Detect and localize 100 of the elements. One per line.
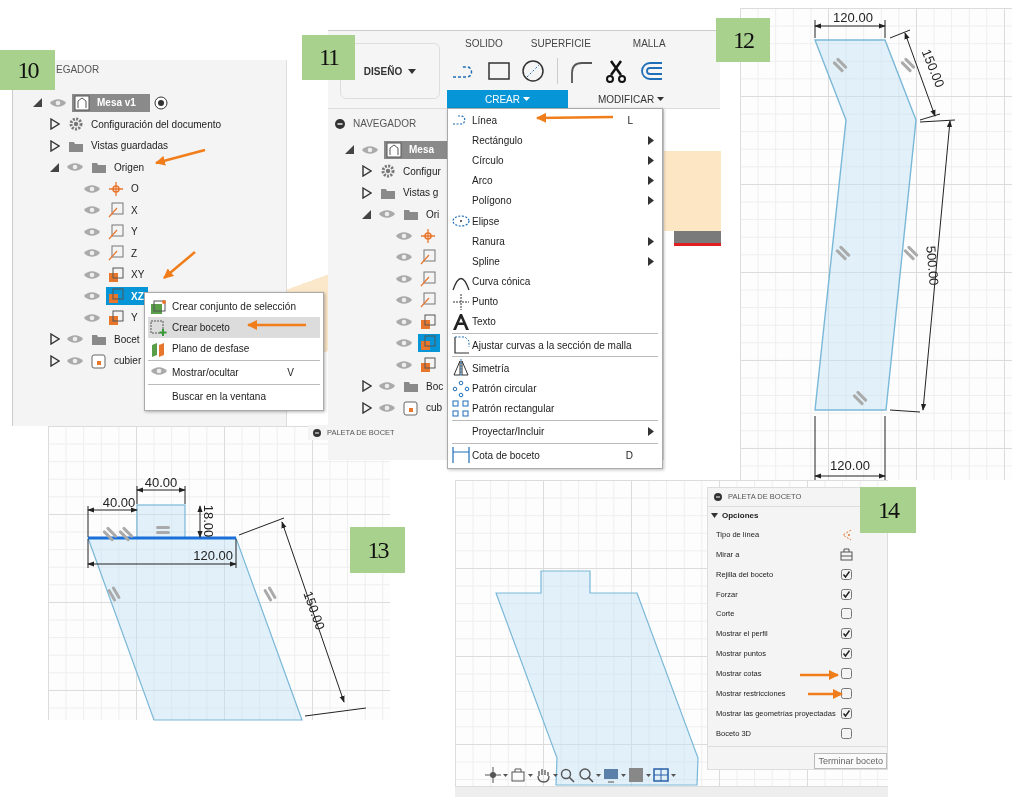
menu-item[interactable]: Patrón circular [452, 378, 658, 399]
sketch-profile[interactable] [136, 504, 186, 539]
viewports-icon[interactable] [653, 767, 669, 783]
collapsed-triangle-icon[interactable] [361, 401, 372, 414]
finish-sketch-button[interactable]: Terminar boceto [814, 753, 887, 770]
checkbox[interactable] [841, 608, 852, 620]
display-icon[interactable] [603, 767, 619, 783]
expanded-triangle-icon[interactable] [361, 208, 372, 220]
menu-item[interactable]: Patrón rectangular [452, 398, 658, 419]
collapsed-triangle-icon[interactable] [361, 186, 372, 199]
menu-item[interactable]: Simetría [452, 358, 658, 379]
mirror-icon [452, 359, 470, 378]
expanded-triangle-icon[interactable] [49, 161, 60, 173]
tree-item[interactable]: Boc [401, 377, 448, 396]
checkbox[interactable] [841, 727, 852, 739]
menu-item[interactable]: Plano de desfase [148, 338, 320, 359]
circle-tool-icon[interactable] [519, 59, 547, 83]
checkbox[interactable] [841, 628, 852, 640]
menu-item[interactable]: Proyectar/Incluir [452, 421, 658, 442]
toolbar-tab[interactable]: SOLIDO [465, 38, 503, 52]
rectangle-tool-icon[interactable] [485, 59, 513, 83]
checkbox[interactable] [841, 568, 852, 580]
tree-item[interactable]: O [106, 179, 143, 198]
menu-item[interactable]: Punto [452, 291, 658, 312]
constraint-icon [118, 526, 134, 542]
menu-item[interactable]: Ajustar curvas a la sección de malla [452, 335, 658, 356]
expanded-triangle-icon[interactable] [344, 144, 355, 156]
menu-item[interactable]: Línea L [452, 110, 658, 131]
look-at-icon[interactable] [510, 767, 526, 783]
collapsed-triangle-icon[interactable] [49, 354, 60, 367]
toolbar-tab[interactable]: MALLA [632, 38, 666, 52]
tree-item[interactable]: Origen [89, 158, 148, 177]
tree-item[interactable]: Ori [401, 205, 444, 224]
tree-item[interactable]: Configuración del documento [66, 115, 226, 134]
menu-item[interactable]: Spline [452, 251, 658, 272]
collapsed-triangle-icon[interactable] [49, 139, 60, 152]
collapse-icon[interactable] [714, 492, 722, 501]
section-header[interactable]: Opciones [708, 506, 763, 525]
caret-icon[interactable] [553, 773, 558, 777]
tree-item[interactable]: Bocet [89, 330, 144, 349]
collapsed-triangle-icon[interactable] [49, 118, 60, 131]
tree-item[interactable]: X [106, 201, 142, 220]
dimension-label: 500.00 [923, 245, 942, 287]
menu-item[interactable]: Texto [452, 311, 658, 333]
checkbox[interactable] [841, 687, 852, 699]
look-at-icon[interactable] [840, 547, 853, 561]
checkbox[interactable] [841, 588, 852, 600]
extension-line [814, 415, 816, 481]
caret-icon[interactable] [596, 773, 601, 777]
collapsed-triangle-icon[interactable] [361, 165, 372, 178]
menu-item[interactable]: Curva cónica [452, 271, 658, 292]
expanded-triangle-icon[interactable] [32, 97, 43, 109]
tree-item[interactable]: Vistas g [378, 183, 443, 202]
caret-icon[interactable] [646, 773, 651, 777]
menu-item[interactable]: Rectángulo [452, 130, 658, 151]
menu-item[interactable]: Cota de boceto D [452, 445, 658, 466]
tree-item[interactable]: cubier [89, 351, 146, 370]
pan-hand-icon[interactable] [535, 767, 551, 783]
body-icon [403, 399, 419, 416]
toolbar-group-button[interactable]: MODIFICAR [588, 90, 675, 108]
tree-item[interactable]: cub [401, 398, 447, 417]
caret-icon[interactable] [621, 773, 626, 777]
menu-item[interactable]: Ranura [452, 231, 658, 252]
tree-item[interactable] [418, 334, 440, 353]
toolbar-tab[interactable]: SUPERFICIE [530, 38, 591, 52]
menu-item[interactable]: Círculo [452, 150, 658, 171]
sketch-profile[interactable] [87, 537, 303, 721]
caret-icon[interactable] [528, 773, 533, 777]
menu-item[interactable]: Elipse [452, 210, 658, 232]
menu-item[interactable]: Polígono [452, 190, 658, 211]
axis-icon [420, 292, 436, 309]
tree-item[interactable]: Z [106, 244, 142, 263]
tree-item[interactable]: Vistas guardadas [66, 136, 173, 155]
orbit-icon[interactable] [485, 767, 501, 783]
tree-item[interactable]: Y [106, 308, 142, 327]
checkbox[interactable] [841, 668, 852, 679]
radio-active-icon[interactable] [153, 95, 168, 110]
collapsed-triangle-icon[interactable] [361, 380, 372, 393]
menu-item[interactable]: Crear conjunto de selección [148, 296, 320, 317]
extension-line [889, 409, 921, 413]
tree-item[interactable]: XY [106, 265, 149, 284]
extension-line [235, 538, 237, 569]
menu-item[interactable]: Crear boceto [148, 317, 320, 338]
zoom-icon[interactable] [560, 767, 576, 783]
tree-item[interactable]: Configur [378, 162, 445, 181]
tree-item[interactable]: Y [106, 222, 142, 241]
selected-line[interactable] [88, 536, 236, 540]
checkbox[interactable] [841, 707, 852, 719]
grid-icon[interactable] [628, 767, 644, 783]
collapse-icon[interactable] [313, 428, 321, 437]
caret-icon[interactable] [503, 773, 508, 777]
menu-item[interactable]: Arco [452, 170, 658, 191]
create-sketch-icon [150, 319, 168, 336]
checkbox[interactable] [841, 648, 852, 660]
zoom-window-icon[interactable] [578, 767, 594, 783]
collapsed-triangle-icon[interactable] [49, 333, 60, 346]
menu-item[interactable]: Buscar en la ventana [148, 386, 320, 407]
collapse-icon[interactable] [335, 118, 345, 129]
caret-icon[interactable] [671, 773, 676, 777]
menu-item[interactable]: Mostrar/ocultar V [148, 362, 320, 383]
